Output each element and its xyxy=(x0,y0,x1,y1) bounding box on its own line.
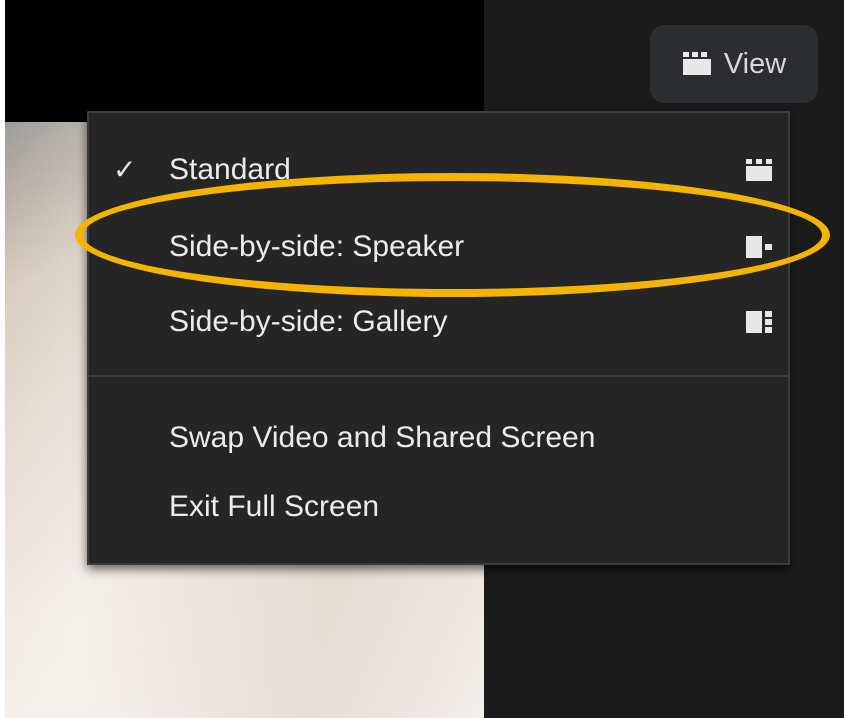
menu-item-exit-full-screen[interactable]: Exit Full Screen xyxy=(89,472,788,542)
menu-item-label: Side-by-side: Gallery xyxy=(169,305,448,338)
menu-item-label: Standard xyxy=(169,153,291,186)
menu-item-swap-video[interactable]: Swap Video and Shared Screen xyxy=(89,403,788,473)
layout-grid-icon xyxy=(682,52,712,76)
view-menu: ✓ Standard Side-by-side: Speaker Side-by… xyxy=(87,111,790,565)
menu-item-label: Exit Full Screen xyxy=(169,490,380,523)
menu-divider xyxy=(89,375,788,377)
view-button[interactable]: View xyxy=(650,25,818,103)
checkmark-icon: ✓ xyxy=(113,154,137,185)
standard-layout-icon xyxy=(746,159,772,181)
side-by-side-speaker-icon xyxy=(746,236,772,258)
menu-item-label: Side-by-side: Speaker xyxy=(169,230,465,263)
menu-item-label: Swap Video and Shared Screen xyxy=(169,421,596,454)
menu-item-side-by-side-gallery[interactable]: Side-by-side: Gallery xyxy=(89,287,788,357)
view-button-label: View xyxy=(723,47,787,80)
side-by-side-gallery-icon xyxy=(746,311,772,333)
menu-item-standard[interactable]: ✓ Standard xyxy=(89,135,788,205)
menu-item-side-by-side-speaker[interactable]: Side-by-side: Speaker xyxy=(89,212,788,282)
